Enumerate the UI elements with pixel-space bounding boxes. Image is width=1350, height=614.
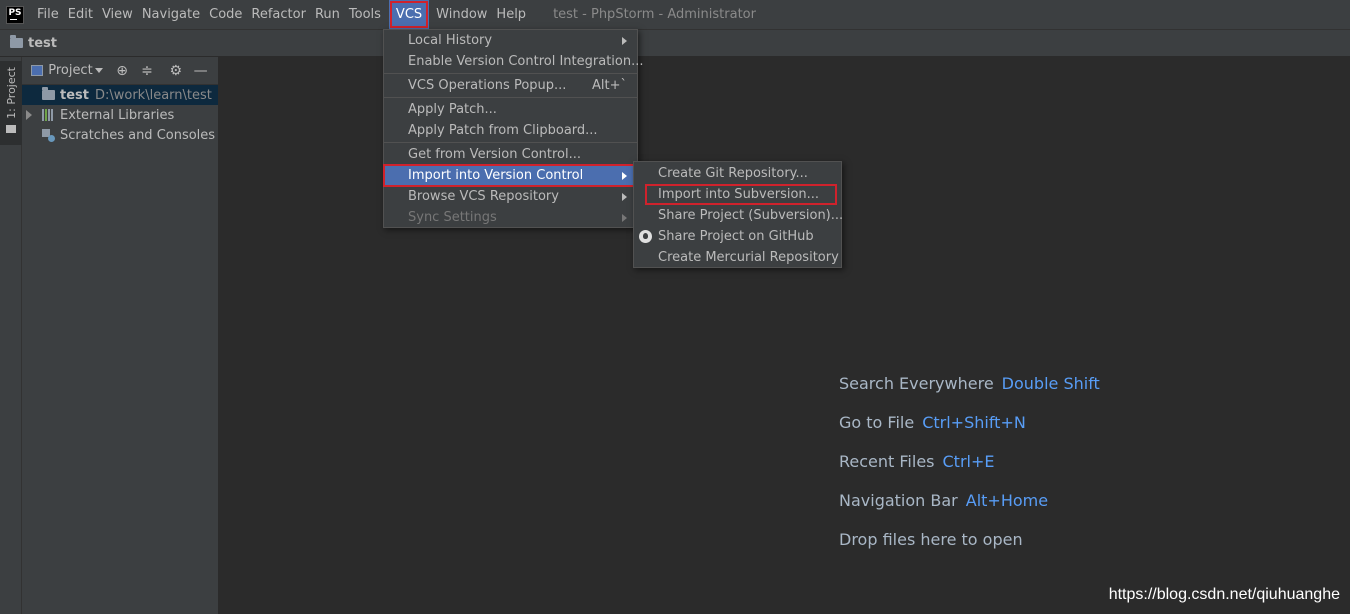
project-view-selector[interactable]: Project (48, 63, 92, 78)
collapse-all-icon[interactable]: ≑ (140, 63, 155, 79)
menu-item-enable-vcs[interactable]: Enable Version Control Integration... (384, 51, 644, 72)
menu-item-label: Apply Patch from Clipboard... (408, 123, 598, 138)
menu-item-label: Get from Version Control... (408, 147, 582, 162)
menu-item-label: Import into Version Control (408, 168, 584, 183)
menu-separator (384, 73, 637, 74)
menu-tools[interactable]: Tools (345, 0, 385, 29)
menu-item-create-git-repository[interactable]: Create Git Repository... (634, 163, 841, 184)
hint-text: Go to File (839, 413, 915, 432)
window-title: test - PhpStorm - Administrator (553, 7, 756, 22)
folder-icon (42, 87, 55, 100)
github-icon (639, 230, 652, 243)
locate-icon[interactable]: ⊕ (115, 63, 130, 79)
hint-go-to-file: Go to File Ctrl+Shift+N (839, 413, 1026, 432)
menu-edit[interactable]: Edit (64, 0, 97, 29)
minimize-icon[interactable]: — (193, 63, 208, 79)
hint-drop-files: Drop files here to open (839, 530, 1023, 549)
menu-refactor[interactable]: Refactor (247, 0, 310, 29)
import-into-vcs-submenu: Create Git Repository... Import into Sub… (633, 161, 844, 268)
hint-search-everywhere: Search Everywhere Double Shift (839, 374, 1100, 393)
menu-item-sync-settings: Sync Settings (384, 207, 637, 228)
gear-icon[interactable]: ⚙ (168, 63, 183, 79)
vcs-menu: Local History Enable Version Control Int… (383, 29, 644, 228)
menu-item-share-project-github[interactable]: Share Project on GitHub (634, 226, 841, 247)
menu-item-label: Create Git Repository... (658, 166, 808, 181)
hint-text: Recent Files (839, 452, 935, 471)
chevron-right-icon[interactable] (26, 110, 32, 120)
project-view-icon (31, 65, 44, 76)
folder-icon (6, 124, 16, 133)
hint-recent-files: Recent Files Ctrl+E (839, 452, 994, 471)
menu-item-label: Import into Subversion... (658, 187, 820, 202)
tree-item-scratches[interactable]: Scratches and Consoles (22, 125, 218, 145)
hint-text: Navigation Bar (839, 491, 958, 510)
project-tool-tab[interactable]: 1: Project (0, 61, 22, 145)
menu-item-apply-patch-clipboard[interactable]: Apply Patch from Clipboard... (384, 120, 637, 141)
hint-text: Search Everywhere (839, 374, 994, 393)
menu-item-label: Share Project (Subversion)... (658, 208, 844, 223)
menu-separator (384, 142, 637, 143)
breadcrumb-project[interactable]: test (28, 36, 57, 51)
menu-item-apply-patch[interactable]: Apply Patch... (384, 99, 637, 120)
menu-item-get-from-vcs[interactable]: Get from Version Control... (384, 144, 637, 165)
tree-item-label: test (60, 87, 89, 103)
menu-item-create-mercurial-repository[interactable]: Create Mercurial Repository (634, 247, 841, 268)
tree-item-external-libraries[interactable]: External Libraries (22, 105, 218, 125)
tree-item-label: External Libraries (60, 107, 175, 123)
menu-file[interactable]: File (33, 0, 63, 29)
watermark: https://blog.csdn.net/qiuhuanghe (1108, 586, 1340, 603)
menu-item-label: Apply Patch... (408, 102, 497, 117)
library-icon (42, 109, 55, 121)
submenu-arrow-icon (622, 171, 627, 180)
menu-item-import-into-subversion[interactable]: Import into Subversion... (645, 184, 837, 205)
submenu-arrow-icon (622, 36, 627, 45)
menu-navigate[interactable]: Navigate (138, 0, 204, 29)
menu-item-label: Enable Version Control Integration... (408, 54, 644, 69)
menu-item-label: Sync Settings (408, 210, 497, 225)
menu-help[interactable]: Help (492, 0, 530, 29)
menu-bar: PS File Edit View Navigate Code Refactor… (0, 0, 1350, 29)
submenu-arrow-icon (622, 192, 627, 201)
hint-shortcut: Ctrl+E (942, 452, 995, 471)
submenu-arrow-icon (622, 213, 627, 222)
menu-item-share-project-subversion[interactable]: Share Project (Subversion)... (634, 205, 844, 226)
left-tool-strip: 1: Project (0, 57, 22, 614)
menu-item-label: Create Mercurial Repository (658, 250, 839, 265)
phpstorm-logo-icon: PS (6, 5, 24, 24)
menu-item-vcs-operations-popup[interactable]: VCS Operations Popup... Alt+` (384, 75, 637, 96)
hint-shortcut: Ctrl+Shift+N (922, 413, 1026, 432)
tree-item-path: D:\work\learn\test (94, 87, 212, 103)
menu-separator (384, 97, 637, 98)
menu-item-label: Local History (408, 33, 493, 48)
navigation-bar: test (0, 29, 1350, 57)
scratches-icon (42, 128, 55, 142)
menu-item-local-history[interactable]: Local History (384, 30, 637, 51)
menu-item-label: Browse VCS Repository (408, 189, 559, 204)
hint-text: Drop files here to open (839, 530, 1023, 549)
project-panel-header: Project ⊕ ≑ ⚙ — (22, 57, 218, 85)
menu-window[interactable]: Window (432, 0, 491, 29)
project-tool-tab-label: 1: Project (4, 67, 18, 119)
tree-item-test[interactable]: test D:\work\learn\test (22, 85, 218, 105)
menu-code[interactable]: Code (205, 0, 246, 29)
hint-shortcut: Double Shift (1001, 374, 1100, 393)
hint-navigation-bar: Navigation Bar Alt+Home (839, 491, 1048, 510)
hint-shortcut: Alt+Home (965, 491, 1049, 510)
menu-item-import-into-vcs[interactable]: Import into Version Control (383, 164, 638, 187)
menu-item-browse-vcs-repository[interactable]: Browse VCS Repository (384, 186, 637, 207)
menu-item-label: VCS Operations Popup... (408, 78, 567, 93)
menu-run[interactable]: Run (311, 0, 344, 29)
tree-item-label: Scratches and Consoles (60, 127, 216, 143)
menu-view[interactable]: View (98, 0, 137, 29)
menu-item-label: Share Project on GitHub (658, 229, 814, 244)
menu-item-shortcut: Alt+` (592, 78, 627, 93)
chevron-down-icon[interactable] (94, 68, 103, 73)
folder-icon (10, 35, 23, 48)
project-panel: Project ⊕ ≑ ⚙ — test D:\work\learn\test … (22, 57, 219, 614)
menu-vcs[interactable]: VCS (388, 0, 430, 29)
